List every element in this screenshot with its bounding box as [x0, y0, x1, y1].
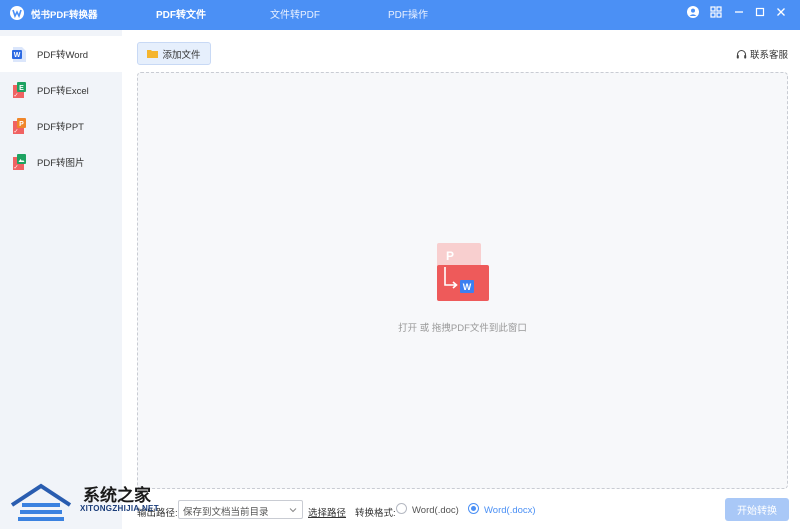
- start-convert-button[interactable]: 开始转换: [725, 498, 789, 521]
- tab-pdf-to-file[interactable]: PDF转文件: [156, 6, 206, 21]
- add-file-button[interactable]: 添加文件: [137, 42, 211, 65]
- sidebar-item-label: PDF转Word: [37, 50, 89, 61]
- output-path-value: 保存到文档当前目录: [183, 507, 269, 518]
- bottom-bar: 输出路径: 保存到文档当前目录 选择路径 转换格式: Word(.doc) Wo…: [122, 495, 800, 529]
- sidebar: W PDF转Word E ✓ PDF转Excel P ✓ PDF转PPT ✓ P…: [0, 30, 122, 529]
- add-file-label: 添加文件: [162, 49, 201, 61]
- output-path-select[interactable]: 保存到文档当前目录: [178, 500, 303, 519]
- sidebar-item-label: PDF转PPT: [37, 122, 84, 133]
- ppt-file-icon: P ✓: [13, 117, 26, 135]
- site-watermark: 系统之家 XITONGZHIJIA.NET: [8, 479, 178, 529]
- house-logo-icon: [10, 483, 72, 521]
- sidebar-item-pdf-to-image[interactable]: ✓ PDF转图片: [0, 144, 122, 180]
- svg-text:E: E: [19, 85, 24, 92]
- tab-file-to-pdf[interactable]: 文件转PDF: [270, 6, 320, 21]
- svg-text:W: W: [14, 52, 21, 59]
- maximize-icon[interactable]: [753, 5, 767, 19]
- svg-text:W: W: [463, 282, 472, 292]
- format-docx-label[interactable]: Word(.docx): [484, 505, 536, 516]
- headset-icon: [736, 49, 747, 58]
- format-doc-radio[interactable]: [396, 503, 407, 514]
- sidebar-item-label: PDF转Excel: [37, 86, 89, 97]
- svg-text:P: P: [19, 121, 24, 128]
- excel-file-icon: E ✓: [13, 81, 26, 99]
- drop-hint-text: 打开 或 拖拽PDF文件到此窗口: [398, 323, 527, 334]
- avatar-icon[interactable]: [686, 5, 700, 19]
- pdf-to-word-illustration-icon: P W: [437, 243, 489, 301]
- format-doc-label[interactable]: Word(.doc): [412, 505, 459, 516]
- choose-path-link[interactable]: 选择路径: [308, 505, 346, 519]
- minimize-icon[interactable]: [732, 5, 746, 19]
- image-file-icon: ✓: [13, 153, 26, 171]
- close-icon[interactable]: [774, 5, 788, 19]
- svg-text:✓: ✓: [13, 93, 18, 99]
- watermark-en-text: XITONGZHIJIA.NET: [80, 504, 159, 513]
- app-title: 悦书PDF转换器: [31, 10, 98, 21]
- svg-text:✓: ✓: [13, 129, 18, 135]
- contact-service-button[interactable]: 联系客服: [736, 47, 788, 61]
- title-bar: 悦书PDF转换器 PDF转文件 文件转PDF PDF操作: [0, 0, 800, 30]
- chevron-down-icon: [289, 508, 297, 513]
- folder-icon: [147, 50, 159, 58]
- contact-service-label: 联系客服: [749, 50, 788, 61]
- sidebar-item-pdf-to-excel[interactable]: E ✓ PDF转Excel: [0, 72, 122, 108]
- sidebar-item-label: PDF转图片: [37, 158, 85, 169]
- sidebar-item-pdf-to-ppt[interactable]: P ✓ PDF转PPT: [0, 108, 122, 144]
- svg-text:P: P: [446, 249, 454, 263]
- format-docx-radio[interactable]: [468, 503, 479, 514]
- grid-icon[interactable]: [709, 5, 723, 19]
- app-logo-icon: [10, 6, 24, 20]
- file-drop-zone[interactable]: P W 打开 或 拖拽PDF文件到此窗口: [137, 72, 788, 489]
- watermark-cn-text: 系统之家: [83, 486, 151, 506]
- svg-text:✓: ✓: [13, 165, 18, 171]
- word-file-icon: W: [12, 46, 26, 62]
- tab-pdf-operations[interactable]: PDF操作: [388, 6, 428, 21]
- format-label: 转换格式:: [355, 508, 396, 519]
- sidebar-item-pdf-to-word[interactable]: W PDF转Word: [0, 36, 122, 72]
